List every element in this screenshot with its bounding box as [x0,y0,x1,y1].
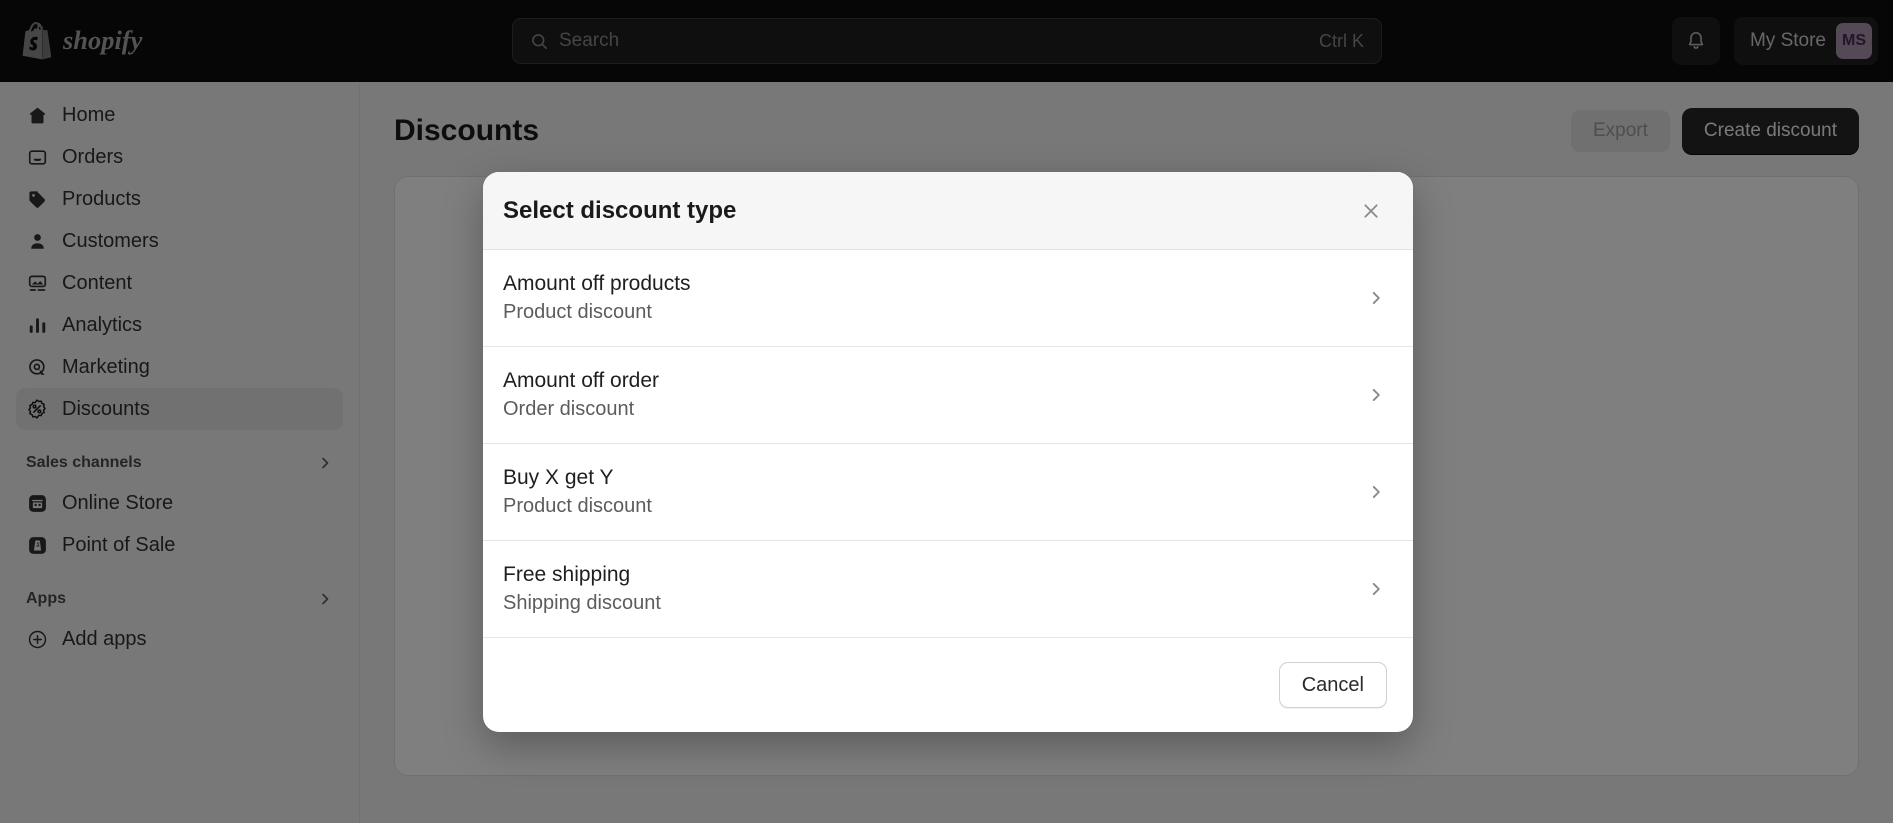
chevron-right-icon [1367,580,1385,598]
close-icon [1360,200,1382,222]
cancel-button[interactable]: Cancel [1278,662,1387,708]
modal-header: Select discount type [483,172,1413,250]
discount-option-free-shipping[interactable]: Free shipping Shipping discount [483,541,1413,638]
option-subtitle: Product discount [503,300,652,323]
discount-option-amount-off-products[interactable]: Amount off products Product discount [483,250,1413,347]
option-subtitle: Product discount [503,494,652,517]
discount-option-buy-x-get-y[interactable]: Buy X get Y Product discount [483,444,1413,541]
chevron-right-icon [1367,483,1385,501]
select-discount-type-modal: Select discount type Amount off products… [483,172,1413,732]
modal-footer: Cancel [483,638,1413,732]
discount-option-amount-off-order[interactable]: Amount off order Order discount [483,347,1413,444]
close-button[interactable] [1351,191,1391,231]
modal-title: Select discount type [503,196,737,224]
option-subtitle: Shipping discount [503,591,661,614]
option-text: Amount off order Order discount [503,367,659,422]
option-title: Free shipping [503,563,631,587]
discount-type-list: Amount off products Product discount Amo… [483,250,1413,638]
option-text: Free shipping Shipping discount [503,561,661,616]
chevron-right-icon [1367,289,1385,307]
chevron-right-icon [1367,386,1385,404]
option-title: Buy X get Y [503,466,614,490]
option-text: Buy X get Y Product discount [503,464,652,519]
option-title: Amount off products [503,272,691,296]
option-title: Amount off order [503,369,660,393]
option-text: Amount off products Product discount [503,270,691,325]
option-subtitle: Order discount [503,397,635,420]
